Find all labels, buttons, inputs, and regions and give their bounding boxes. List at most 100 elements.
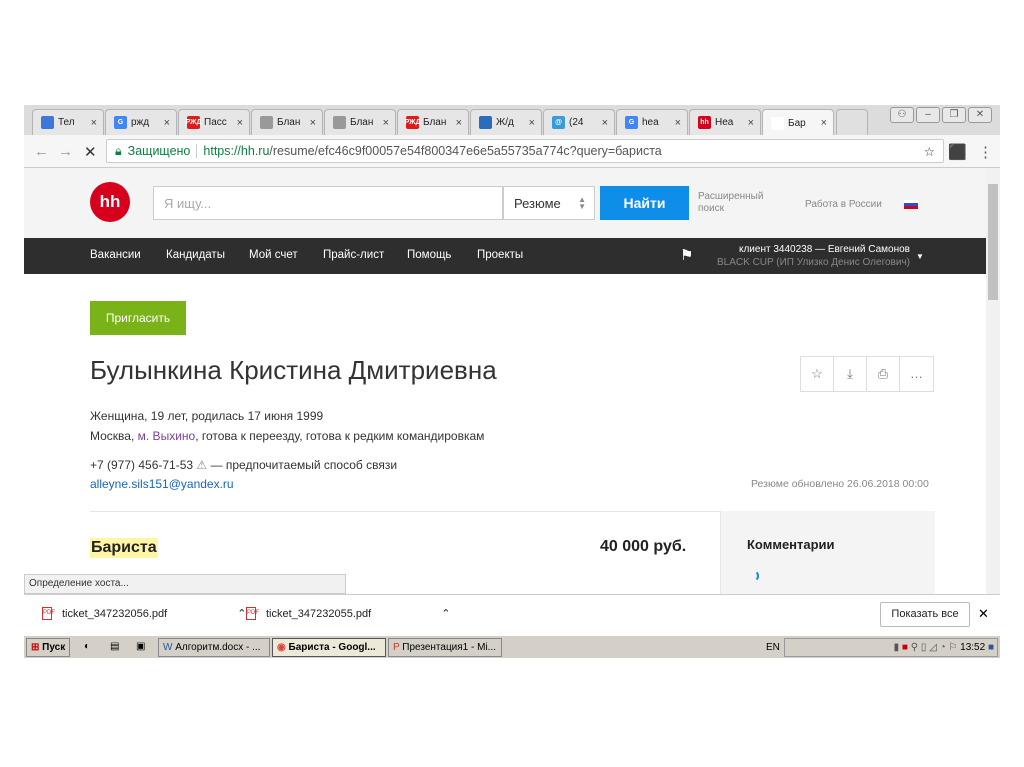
secure-label: Защищено bbox=[127, 144, 191, 158]
tab-favicon-icon: РЖД bbox=[405, 116, 420, 129]
scrollbar-thumb[interactable] bbox=[988, 184, 998, 300]
nav-vacancies[interactable]: Вакансии bbox=[90, 249, 141, 261]
tab-favicon-icon bbox=[333, 116, 346, 129]
tab-favicon-icon bbox=[260, 116, 273, 129]
url-input[interactable]: 🔒︎ Защищено https://hh.ru /resume/efc46c… bbox=[106, 139, 944, 163]
new-tab-button[interactable] bbox=[836, 109, 868, 135]
close-tab-icon[interactable]: × bbox=[602, 117, 608, 129]
taskbar-powerpoint[interactable]: P Презентация1 - Mi... bbox=[388, 638, 502, 657]
taskbar-label: Презентация1 - Mi... bbox=[402, 642, 497, 653]
tab-favicon-icon: @ bbox=[552, 116, 565, 129]
email-link[interactable]: alleyne.sils151@yandex.ru bbox=[90, 477, 234, 491]
tab-title: hea bbox=[642, 117, 659, 128]
pdf-extension-icon[interactable]: ⬛ bbox=[948, 143, 967, 161]
nav-account[interactable]: Мой счет bbox=[249, 249, 298, 261]
taskbar-word[interactable]: W Алгоритм.docx - ... bbox=[158, 638, 270, 657]
more-icon[interactable]: … bbox=[900, 357, 933, 391]
browser-tab[interactable]: Ghea × bbox=[616, 109, 688, 135]
browser-tab[interactable]: РЖД Блан × bbox=[397, 109, 469, 135]
tab-favicon-icon: hh bbox=[698, 116, 711, 129]
tab-title: Блан bbox=[423, 117, 447, 128]
resume-salary: 40 000 руб. bbox=[600, 538, 687, 555]
ie-icon[interactable]: ◐ bbox=[80, 638, 94, 657]
browser-tab[interactable]: Gржд × bbox=[105, 109, 177, 135]
taskbar-chrome[interactable]: ◉ Бариста - Googl... bbox=[272, 638, 386, 657]
download-item[interactable]: PDF ticket_347232056.pdf ⌃ bbox=[42, 607, 246, 620]
stop-icon[interactable]: ✕ bbox=[84, 143, 97, 161]
flag-icon[interactable]: ⚑ bbox=[680, 246, 693, 264]
russia-flag-icon[interactable] bbox=[904, 200, 918, 209]
close-tab-icon[interactable]: × bbox=[91, 117, 97, 129]
close-tab-icon[interactable]: × bbox=[237, 117, 243, 129]
download-filename: ticket_347232056.pdf bbox=[62, 607, 168, 620]
close-tab-icon[interactable]: × bbox=[456, 117, 462, 129]
close-tab-icon[interactable]: × bbox=[383, 117, 389, 129]
start-button[interactable]: ⊞ Пуск bbox=[26, 638, 70, 657]
menu-icon[interactable]: ⋮ bbox=[978, 143, 993, 161]
nav-candidates[interactable]: Кандидаты bbox=[166, 249, 225, 261]
resume-position: Бариста bbox=[90, 538, 158, 558]
warning-icon: ⚠ bbox=[196, 458, 208, 472]
browser-tab[interactable]: Тел × bbox=[32, 109, 104, 135]
site-header: hh Я ищу... Резюме ▲ ▼ Найти Расширенный п… bbox=[24, 168, 986, 238]
candidate-bio: Женщина, 19 лет, родилась 17 июня 1999 bbox=[90, 409, 324, 423]
tab-bar: ⚇ – ❐ ✕ Тел × Gржд × РЖД Пасс × Блан × Блан × РЖД Бл… bbox=[24, 105, 1000, 136]
profile-icon[interactable]: ⚇ bbox=[890, 107, 914, 123]
close-tab-icon[interactable]: × bbox=[529, 117, 535, 129]
vertical-scrollbar[interactable] bbox=[986, 168, 1000, 594]
browser-tab[interactable]: Бар × bbox=[762, 109, 834, 136]
advanced-search-link[interactable]: Расширенный поиск bbox=[698, 191, 778, 215]
candidate-phone: +7 (977) 456-71-53 ⚠ — предпочитаемый сп… bbox=[90, 458, 397, 472]
close-tab-icon[interactable]: × bbox=[310, 117, 316, 129]
tab-title: Бар bbox=[788, 117, 806, 129]
close-tab-icon[interactable]: × bbox=[164, 117, 170, 129]
close-tab-icon[interactable]: × bbox=[748, 117, 754, 129]
close-tab-icon[interactable]: × bbox=[821, 117, 827, 129]
show-all-button[interactable]: Показать все bbox=[880, 602, 970, 627]
media-icon[interactable]: ▣ bbox=[132, 638, 149, 657]
search-input[interactable]: Я ищу... bbox=[153, 186, 503, 220]
find-button[interactable]: Найти bbox=[600, 186, 689, 220]
minimize-button[interactable]: – bbox=[916, 107, 940, 123]
bookmark-star-icon[interactable]: ☆ bbox=[924, 144, 935, 159]
pdf-icon: PDF bbox=[246, 607, 259, 620]
relocation: , готова к переезду, готова к редким ком… bbox=[195, 429, 485, 443]
browser-tab[interactable]: Блан × bbox=[251, 109, 323, 135]
nav-help[interactable]: Помощь bbox=[407, 249, 451, 261]
phone-note: — предпочитаемый способ связи bbox=[207, 458, 398, 472]
restore-button[interactable]: ❐ bbox=[942, 107, 966, 123]
phone: +7 (977) 456-71-53 bbox=[90, 458, 194, 472]
search-type-select[interactable]: Резюме ▲ ▼ bbox=[503, 186, 595, 220]
browser-tab[interactable]: hh Hea × bbox=[689, 109, 761, 135]
close-tab-icon[interactable]: × bbox=[675, 117, 681, 129]
nav-projects[interactable]: Проекты bbox=[477, 249, 523, 261]
tray-icons[interactable]: ▮ ■ ⚲ ▯ ◿ ◔ ⚐ bbox=[894, 642, 961, 653]
nav-pricelist[interactable]: Прайс-лист bbox=[323, 249, 384, 261]
tab-favicon-icon: G bbox=[625, 116, 638, 129]
window-controls: ⚇ – ❐ ✕ bbox=[890, 107, 992, 123]
comments-panel: Комментарии bbox=[720, 511, 935, 594]
browser-tab[interactable]: @ (24 × bbox=[543, 109, 615, 135]
tab-title: ржд bbox=[131, 117, 150, 128]
close-downloads-icon[interactable]: ✕ bbox=[978, 606, 989, 622]
browser-tab[interactable]: Блан × bbox=[324, 109, 396, 135]
language-indicator[interactable]: EN bbox=[766, 642, 780, 653]
browser-tab[interactable]: Ж/д × bbox=[470, 109, 542, 135]
region-link[interactable]: Работа в России bbox=[805, 199, 882, 210]
browser-tab[interactable]: РЖД Пасс × bbox=[178, 109, 250, 135]
favorite-star-icon[interactable]: ☆ bbox=[801, 357, 834, 391]
folder-icon[interactable]: ▤ bbox=[106, 638, 123, 657]
chevron-up-icon[interactable]: ⌃ bbox=[441, 607, 450, 620]
chevron-down-icon[interactable]: ▼ bbox=[916, 252, 924, 261]
taskbar-label: Алгоритм.docx - ... bbox=[175, 642, 261, 653]
account-menu[interactable]: клиент 3440238 — Евгений Самонов BLACK C… bbox=[717, 243, 910, 269]
download-item[interactable]: PDF ticket_347232055.pdf ⌃ bbox=[246, 607, 450, 620]
metro-link[interactable]: м. Выхино bbox=[138, 429, 196, 443]
invite-button[interactable]: Пригласить bbox=[90, 301, 186, 335]
close-window-button[interactable]: ✕ bbox=[968, 107, 992, 123]
download-icon[interactable]: ⤓ bbox=[834, 357, 867, 391]
back-icon[interactable]: ← bbox=[34, 143, 49, 160]
forward-icon[interactable]: → bbox=[58, 143, 73, 160]
print-icon[interactable]: ⎙ bbox=[867, 357, 900, 391]
hh-logo[interactable]: hh bbox=[90, 182, 130, 222]
